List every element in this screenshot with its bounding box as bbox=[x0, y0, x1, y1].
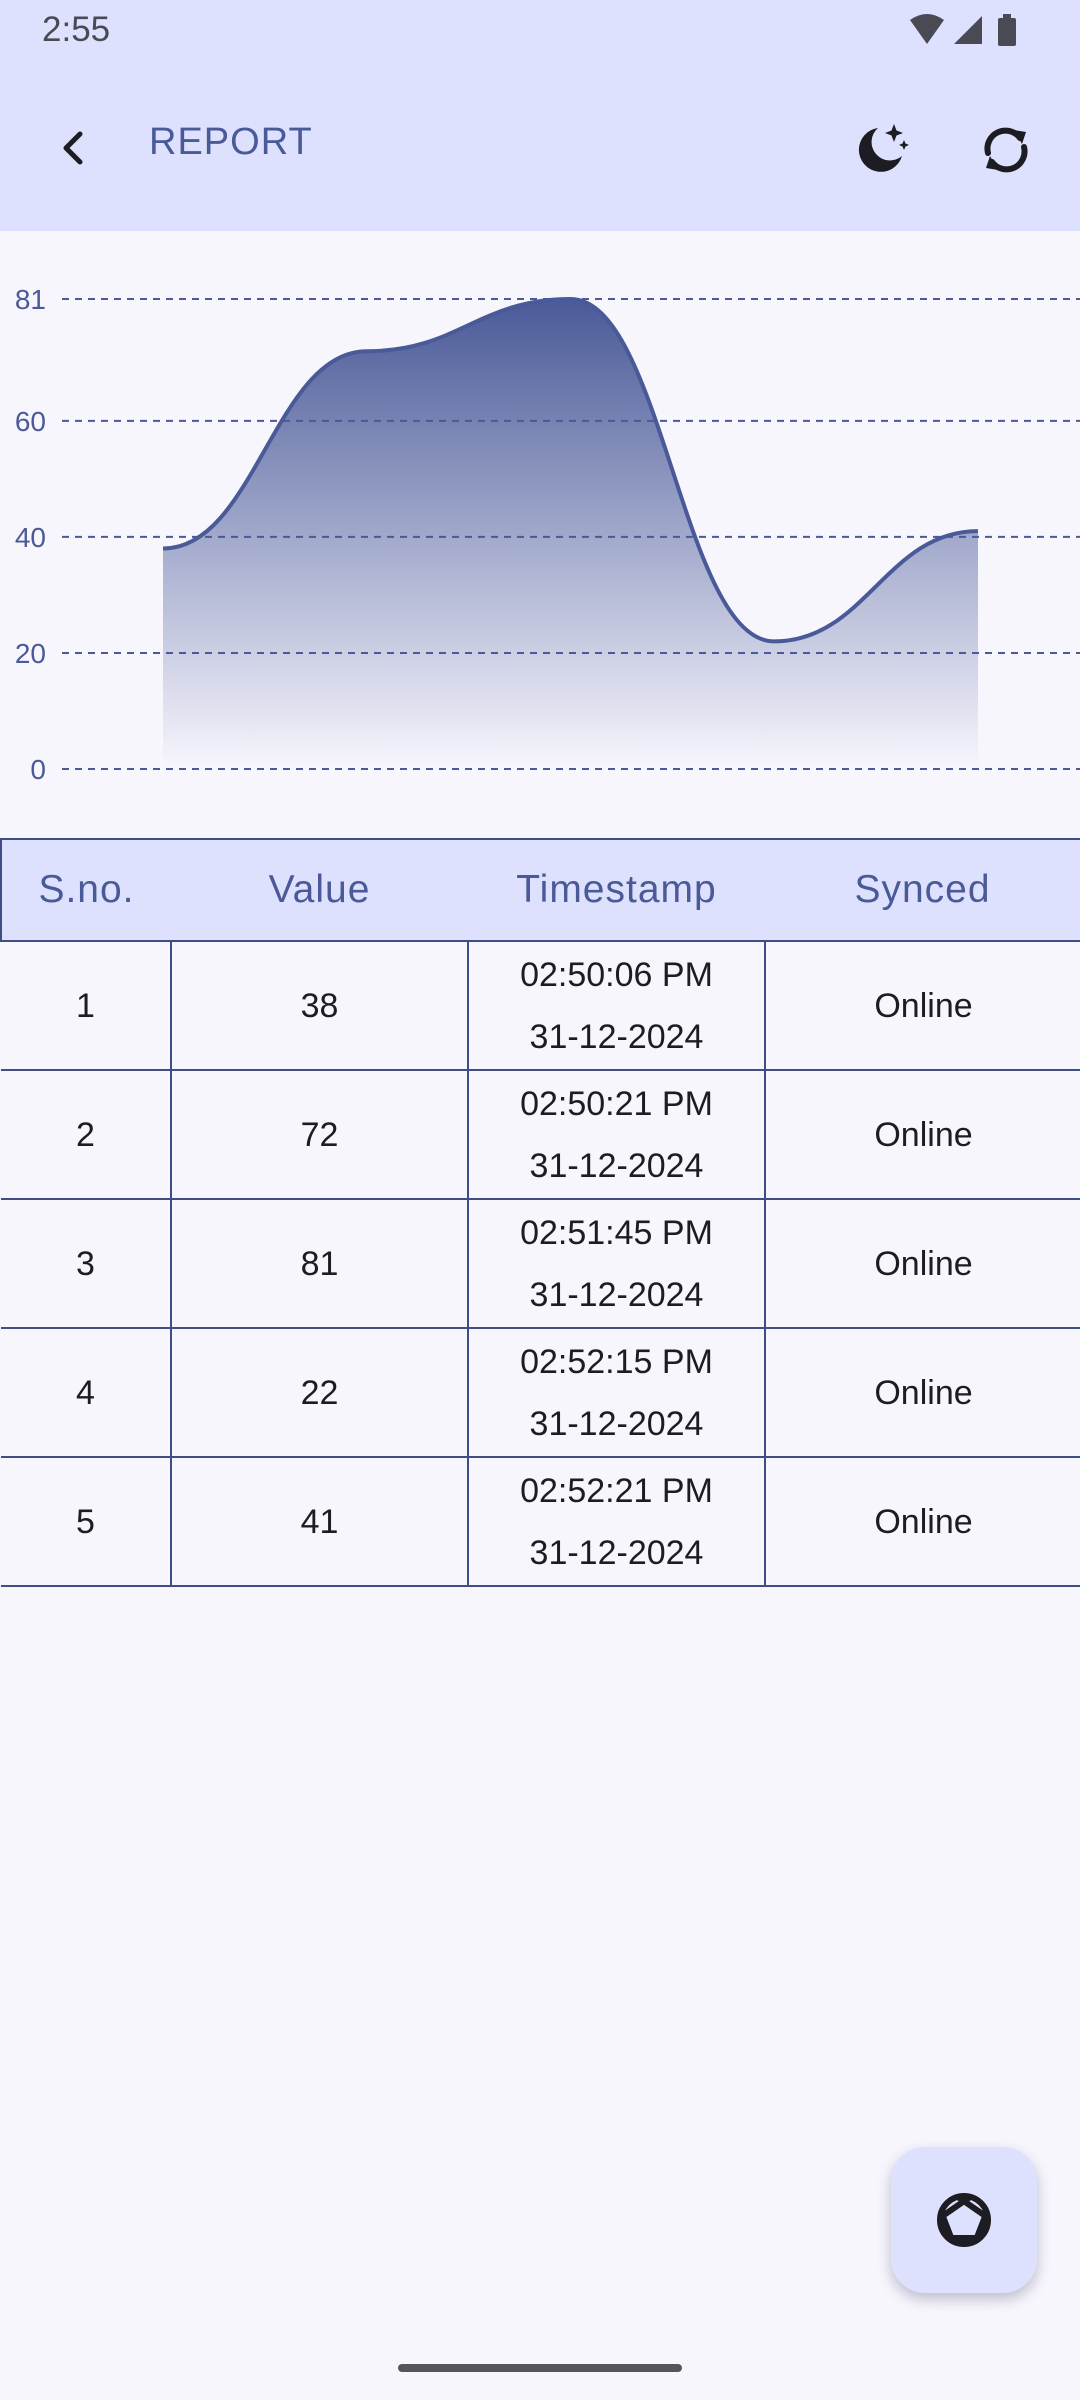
table-row: 4 22 02:52:15 PM 31-12-2024 Online bbox=[1, 1328, 1080, 1458]
table-row: 1 38 02:50:06 PM 31-12-2024 Online bbox=[1, 941, 1080, 1071]
header-sno: S.no. bbox=[0, 838, 171, 942]
header-synced: Synced bbox=[765, 838, 1080, 942]
cell-value: 41 bbox=[170, 1457, 468, 1587]
cell-synced: Online bbox=[764, 1199, 1080, 1329]
app-bar: 2:55 REPORT bbox=[0, 0, 1080, 231]
table-row: 2 72 02:50:21 PM 31-12-2024 Online bbox=[1, 1070, 1080, 1200]
cell-date: 31-12-2024 bbox=[529, 1017, 704, 1056]
table-row: 3 81 02:51:45 PM 31-12-2024 Online bbox=[1, 1199, 1080, 1329]
cell-value: 81 bbox=[170, 1199, 468, 1329]
camera-fab-button[interactable] bbox=[891, 2147, 1037, 2293]
table-header-row: S.no. Value Timestamp Synced bbox=[0, 838, 1080, 942]
cell-date: 31-12-2024 bbox=[529, 1275, 704, 1314]
status-icons bbox=[910, 14, 1016, 46]
cell-date: 31-12-2024 bbox=[529, 1533, 704, 1572]
table-row: 5 41 02:52:21 PM 31-12-2024 Online bbox=[1, 1457, 1080, 1587]
header-value: Value bbox=[171, 838, 468, 942]
battery-icon bbox=[998, 18, 1016, 46]
y-tick-label: 60 bbox=[15, 406, 46, 437]
status-time: 2:55 bbox=[42, 10, 111, 49]
cell-date: 31-12-2024 bbox=[529, 1146, 704, 1185]
cell-time: 02:50:06 PM bbox=[520, 955, 713, 994]
y-tick-label: 20 bbox=[15, 638, 46, 669]
cell-sno: 1 bbox=[1, 941, 171, 1071]
cell-timestamp: 02:50:21 PM 31-12-2024 bbox=[467, 1070, 765, 1200]
cell-sno: 3 bbox=[1, 1199, 171, 1329]
cell-timestamp: 02:50:06 PM 31-12-2024 bbox=[467, 941, 765, 1071]
refresh-icon bbox=[984, 127, 1028, 173]
report-table: S.no. Value Timestamp Synced 1 38 02:50:… bbox=[0, 838, 1080, 1587]
cell-synced: Online bbox=[764, 941, 1080, 1071]
cell-synced: Online bbox=[764, 1070, 1080, 1200]
cell-time: 02:51:45 PM bbox=[520, 1213, 713, 1252]
cell-value: 22 bbox=[170, 1328, 468, 1458]
cell-synced: Online bbox=[764, 1457, 1080, 1587]
cell-timestamp: 02:52:21 PM 31-12-2024 bbox=[467, 1457, 765, 1587]
cell-synced: Online bbox=[764, 1328, 1080, 1458]
moon-stars-icon bbox=[858, 124, 909, 172]
report-screen: 2:55 REPORT 0 20 40 60 81 S.no. Value Ti… bbox=[0, 0, 1080, 2400]
chart-area-fill bbox=[163, 299, 978, 769]
values-chart: 0 20 40 60 81 bbox=[0, 231, 1080, 831]
cell-sno: 4 bbox=[1, 1328, 171, 1458]
home-indicator[interactable] bbox=[398, 2364, 682, 2372]
cell-signal-icon bbox=[954, 16, 982, 44]
refresh-button[interactable] bbox=[966, 110, 1046, 190]
cell-sno: 2 bbox=[1, 1070, 171, 1200]
y-tick-label: 40 bbox=[15, 522, 46, 553]
cell-value: 38 bbox=[170, 941, 468, 1071]
y-tick-label: 81 bbox=[15, 284, 46, 315]
cell-time: 02:52:21 PM bbox=[520, 1471, 713, 1510]
cell-timestamp: 02:51:45 PM 31-12-2024 bbox=[467, 1199, 765, 1329]
theme-toggle-button[interactable] bbox=[840, 110, 920, 190]
header-timestamp: Timestamp bbox=[468, 838, 765, 942]
page-title: REPORT bbox=[149, 121, 313, 163]
cell-time: 02:50:21 PM bbox=[520, 1084, 713, 1123]
cell-time: 02:52:15 PM bbox=[520, 1342, 713, 1381]
cell-value: 72 bbox=[170, 1070, 468, 1200]
cell-sno: 5 bbox=[1, 1457, 171, 1587]
cell-date: 31-12-2024 bbox=[529, 1404, 704, 1443]
y-tick-label: 0 bbox=[30, 754, 46, 785]
chevron-left-icon bbox=[63, 131, 83, 165]
wifi-icon bbox=[910, 14, 944, 44]
area-chart: 0 20 40 60 81 bbox=[15, 284, 1080, 785]
cell-timestamp: 02:52:15 PM 31-12-2024 bbox=[467, 1328, 765, 1458]
back-button[interactable] bbox=[38, 112, 110, 184]
camera-shutter-icon bbox=[937, 2193, 991, 2247]
